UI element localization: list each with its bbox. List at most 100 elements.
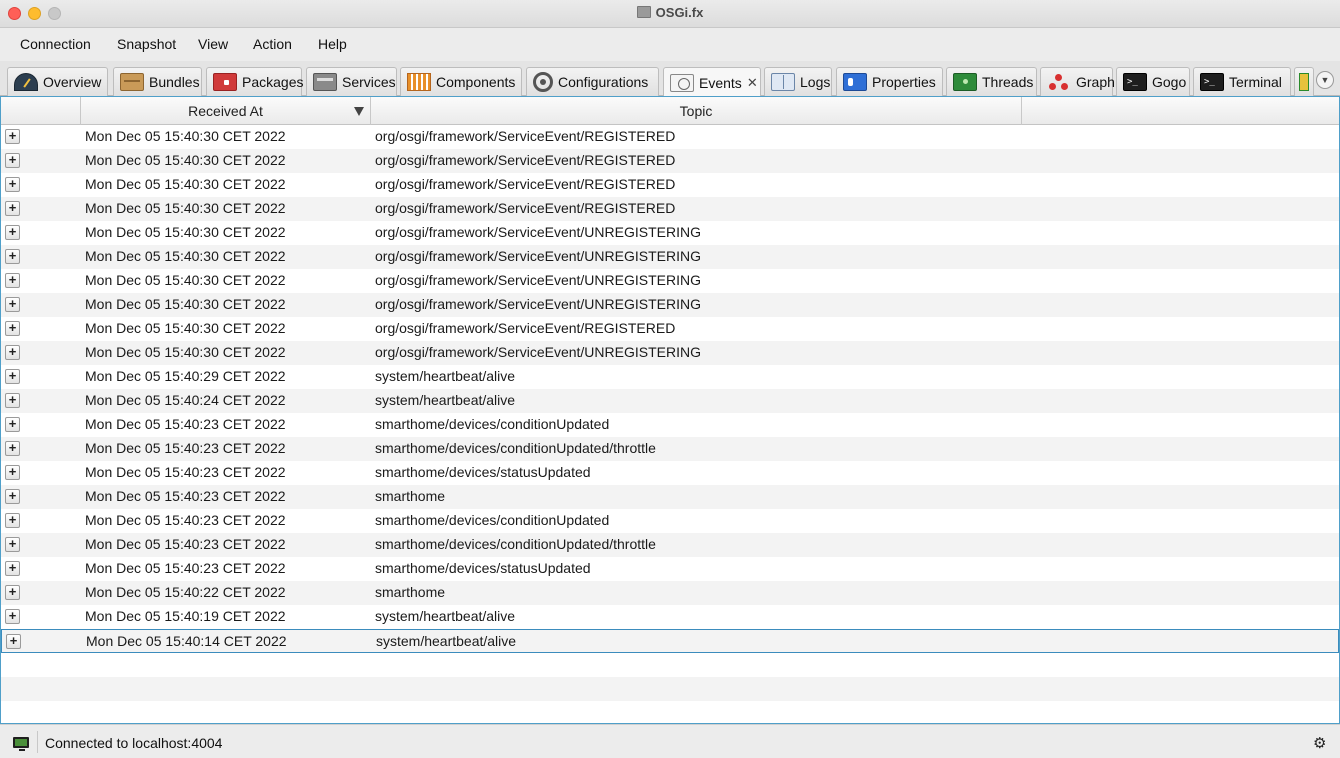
column-header-received-at[interactable]: Received At bbox=[81, 97, 371, 125]
expand-row-plus-icon[interactable]: + bbox=[5, 513, 20, 528]
table-row[interactable]: + Mon Dec 05 15:40:22 CET 2022 smarthome bbox=[1, 581, 1339, 605]
table-row[interactable]: + Mon Dec 05 15:40:24 CET 2022 system/hear… bbox=[1, 389, 1339, 413]
table-row[interactable]: + Mon Dec 05 15:40:14 CET 2022 system/hear… bbox=[1, 629, 1339, 653]
tab-services[interactable]: Services bbox=[306, 67, 397, 96]
tab-overflow-chevron-down-icon[interactable]: ▼ bbox=[1316, 71, 1334, 89]
expand-row-plus-icon[interactable]: + bbox=[5, 585, 20, 600]
cell-topic: system/heartbeat/alive bbox=[375, 392, 516, 408]
expand-row-plus-icon[interactable]: + bbox=[5, 345, 20, 360]
tab-overview[interactable]: Overview bbox=[7, 67, 108, 96]
table-row[interactable]: + Mon Dec 05 15:40:23 CET 2022 smarthome bbox=[1, 485, 1339, 509]
window-title: OSGi.fx bbox=[655, 5, 704, 20]
expand-row-plus-icon[interactable]: + bbox=[5, 441, 20, 456]
tab-terminal[interactable]: >_ Terminal bbox=[1193, 67, 1291, 96]
expand-row-plus-icon[interactable]: + bbox=[5, 609, 20, 624]
cell-received-at: Mon Dec 05 15:40:30 CET 2022 bbox=[85, 224, 286, 240]
tab-threads[interactable]: Threads bbox=[946, 67, 1037, 96]
expand-row-plus-icon[interactable]: + bbox=[5, 465, 20, 480]
menu-connection[interactable]: Connection bbox=[20, 36, 91, 52]
column-header-topic[interactable]: Topic bbox=[371, 97, 1022, 125]
menu-help[interactable]: Help bbox=[318, 36, 347, 52]
table-row[interactable]: + Mon Dec 05 15:40:23 CET 2022 smarthome/d… bbox=[1, 413, 1339, 437]
menu-snapshot[interactable]: Snapshot bbox=[117, 36, 176, 52]
table-row[interactable]: + Mon Dec 05 15:40:23 CET 2022 smarthome/d… bbox=[1, 509, 1339, 533]
expand-row-plus-icon[interactable]: + bbox=[5, 297, 20, 312]
cell-received-at: Mon Dec 05 15:40:30 CET 2022 bbox=[85, 128, 286, 144]
tab-graph[interactable]: Graph bbox=[1040, 67, 1115, 96]
expand-row-plus-icon[interactable]: + bbox=[5, 201, 20, 216]
table-row[interactable]: + Mon Dec 05 15:40:30 CET 2022 org/osgi/fr… bbox=[1, 317, 1339, 341]
menu-view[interactable]: View bbox=[198, 36, 228, 52]
cell-topic: org/osgi/framework/ServiceEvent/REGISTER… bbox=[375, 152, 676, 168]
table-row[interactable]: + Mon Dec 05 15:40:30 CET 2022 org/osgi/fr… bbox=[1, 221, 1339, 245]
cell-received-at: Mon Dec 05 15:40:19 CET 2022 bbox=[85, 608, 286, 624]
expand-row-plus-icon[interactable]: + bbox=[5, 273, 20, 288]
tab-partial[interactable] bbox=[1294, 67, 1314, 96]
table-row[interactable]: + Mon Dec 05 15:40:23 CET 2022 smarthome/d… bbox=[1, 557, 1339, 581]
expand-row-plus-icon[interactable]: + bbox=[5, 417, 20, 432]
expand-row-plus-icon[interactable]: + bbox=[5, 225, 20, 240]
table-row[interactable]: + Mon Dec 05 15:40:30 CET 2022 org/osgi/fr… bbox=[1, 197, 1339, 221]
table-row[interactable]: + Mon Dec 05 15:40:30 CET 2022 org/osgi/fr… bbox=[1, 293, 1339, 317]
expand-row-plus-icon[interactable]: + bbox=[5, 321, 20, 336]
cell-received-at: Mon Dec 05 15:40:30 CET 2022 bbox=[85, 248, 286, 264]
server-icon bbox=[313, 73, 337, 91]
table-row[interactable]: + Mon Dec 05 15:40:30 CET 2022 org/osgi/fr… bbox=[1, 269, 1339, 293]
expand-row-plus-icon[interactable]: + bbox=[5, 489, 20, 504]
tab-properties[interactable]: Properties bbox=[836, 67, 943, 96]
graph-nodes-icon bbox=[1047, 73, 1071, 91]
table-row[interactable]: + Mon Dec 05 15:40:30 CET 2022 org/osgi/fr… bbox=[1, 341, 1339, 365]
table-row[interactable]: + Mon Dec 05 15:40:29 CET 2022 system/hear… bbox=[1, 365, 1339, 389]
table-row[interactable]: + Mon Dec 05 15:40:23 CET 2022 smarthome/d… bbox=[1, 437, 1339, 461]
expand-row-plus-icon[interactable]: + bbox=[6, 634, 21, 649]
expand-row-plus-icon[interactable]: + bbox=[5, 537, 20, 552]
empty-row bbox=[1, 653, 1339, 677]
column-label: Received At bbox=[188, 103, 263, 119]
expand-row-plus-icon[interactable]: + bbox=[5, 153, 20, 168]
cell-topic: smarthome/devices/statusUpdated bbox=[375, 560, 591, 576]
table-row[interactable]: + Mon Dec 05 15:40:30 CET 2022 org/osgi/fr… bbox=[1, 173, 1339, 197]
table-row[interactable]: + Mon Dec 05 15:40:30 CET 2022 org/osgi/fr… bbox=[1, 245, 1339, 269]
components-icon bbox=[407, 73, 431, 91]
tab-bundles[interactable]: Bundles bbox=[113, 67, 202, 96]
table-row[interactable]: + Mon Dec 05 15:40:23 CET 2022 smarthome/d… bbox=[1, 533, 1339, 557]
cell-received-at: Mon Dec 05 15:40:23 CET 2022 bbox=[85, 536, 286, 552]
expand-row-plus-icon[interactable]: + bbox=[5, 177, 20, 192]
table-row[interactable]: + Mon Dec 05 15:40:30 CET 2022 org/osgi/fr… bbox=[1, 149, 1339, 173]
tab-label: Components bbox=[436, 74, 516, 90]
monitor-connected-icon bbox=[13, 737, 29, 751]
chip-icon bbox=[953, 73, 977, 91]
cell-topic: system/heartbeat/alive bbox=[375, 608, 516, 624]
cell-received-at: Mon Dec 05 15:40:29 CET 2022 bbox=[85, 368, 286, 384]
cell-received-at: Mon Dec 05 15:40:30 CET 2022 bbox=[85, 176, 286, 192]
terminal-icon: >_ bbox=[1123, 73, 1147, 91]
cell-topic: system/heartbeat/alive bbox=[375, 368, 516, 384]
expand-row-plus-icon[interactable]: + bbox=[5, 249, 20, 264]
tab-logs[interactable]: Logs bbox=[764, 67, 832, 96]
cell-topic: org/osgi/framework/ServiceEvent/UNREGIST… bbox=[375, 296, 701, 312]
tab-configurations[interactable]: Configurations bbox=[526, 67, 659, 96]
table-row[interactable]: + Mon Dec 05 15:40:30 CET 2022 org/osgi/fr… bbox=[1, 125, 1339, 149]
expand-row-plus-icon[interactable]: + bbox=[5, 369, 20, 384]
menu-action[interactable]: Action bbox=[253, 36, 292, 52]
tab-gogo[interactable]: >_ Gogo bbox=[1116, 67, 1190, 96]
bundle-box-icon bbox=[120, 73, 144, 91]
cell-received-at: Mon Dec 05 15:40:23 CET 2022 bbox=[85, 512, 286, 528]
cell-topic: smarthome bbox=[375, 488, 446, 504]
sort-descending-icon bbox=[354, 107, 364, 116]
expand-row-plus-icon[interactable]: + bbox=[5, 561, 20, 576]
table-row[interactable]: + Mon Dec 05 15:40:19 CET 2022 system/hear… bbox=[1, 605, 1339, 629]
settings-gear-icon[interactable]: ⚙ bbox=[1313, 734, 1326, 752]
cell-received-at: Mon Dec 05 15:40:23 CET 2022 bbox=[85, 560, 286, 576]
cell-received-at: Mon Dec 05 15:40:23 CET 2022 bbox=[85, 440, 286, 456]
tab-packages[interactable]: Packages bbox=[206, 67, 303, 96]
tab-components[interactable]: Components bbox=[400, 67, 522, 96]
tab-label: Configurations bbox=[558, 74, 649, 90]
table-row[interactable]: + Mon Dec 05 15:40:23 CET 2022 smarthome/d… bbox=[1, 461, 1339, 485]
tab-close-icon[interactable]: ✕ bbox=[747, 75, 758, 91]
expand-row-plus-icon[interactable]: + bbox=[5, 129, 20, 144]
cell-received-at: Mon Dec 05 15:40:30 CET 2022 bbox=[85, 200, 286, 216]
cell-topic: smarthome/devices/conditionUpdated bbox=[375, 512, 610, 528]
expand-row-plus-icon[interactable]: + bbox=[5, 393, 20, 408]
tab-events[interactable]: Events ✕ bbox=[663, 67, 761, 97]
